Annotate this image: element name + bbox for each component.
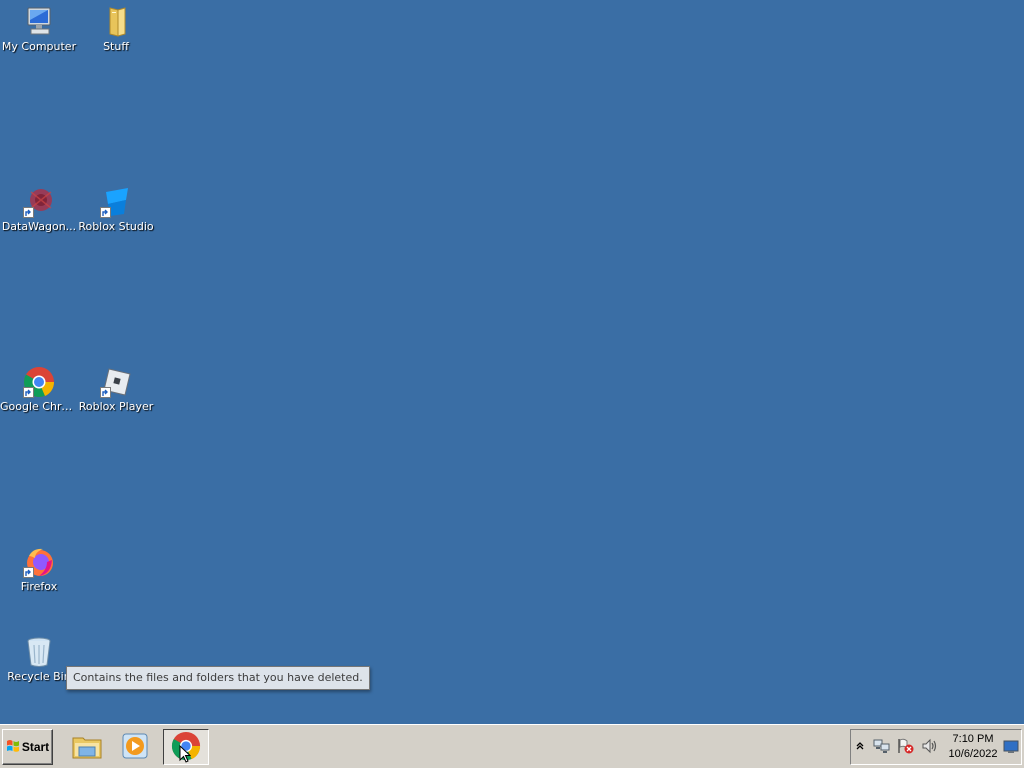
show-hidden-icons-chevron-icon[interactable] [855,738,865,757]
desktop-icon-label: DataWagon... [1,220,77,233]
taskbar-media-player-button[interactable] [112,729,158,765]
clock-date: 10/6/2022 [948,748,998,760]
computer-icon [23,6,55,38]
desktop-icon-datawagon[interactable]: DataWagon... [0,186,78,234]
shortcut-arrow-icon [23,207,34,218]
desktop-icon-label: Stuff [103,40,129,53]
clock-time: 7:10 PM [952,733,994,745]
datawagon-icon [23,186,55,218]
chrome-icon [23,366,55,398]
roblox-studio-icon [100,186,132,218]
desktop-icon-roblox-player[interactable]: Roblox Player [77,366,155,414]
show-desktop-icon[interactable] [1003,740,1019,757]
taskbar-file-explorer-button[interactable] [64,729,110,765]
desktop-icon-label: Roblox Studio [78,220,154,233]
desktop-icon-label: Roblox Player [78,400,154,413]
desktop-icon-google-chrome[interactable]: Google Chrome [0,366,78,414]
roblox-player-icon [100,366,132,398]
system-tray: 7:10 PM 10/6/2022 [850,729,1022,765]
mouse-cursor-icon [179,744,192,766]
recycle-bin-tooltip: Contains the files and folders that you … [66,666,370,690]
shortcut-arrow-icon [100,207,111,218]
desktop[interactable]: My Computer Stuff DataWagon... Roblox St… [0,0,1024,724]
start-label: Start [21,740,50,754]
clock[interactable]: 7:10 PM 10/6/2022 [945,732,1001,762]
taskbar-chrome-button[interactable] [163,729,209,765]
start-button[interactable]: Start [2,729,53,765]
folder-icon [100,6,132,38]
windows-logo-icon [6,739,20,756]
desktop-icon-label: Firefox [20,580,58,593]
desktop-icon-label: Google Chrome [0,400,78,413]
desktop-icon-stuff[interactable]: Stuff [77,6,155,54]
recycle-bin-icon [23,636,55,668]
desktop-icon-my-computer[interactable]: My Computer [0,6,78,54]
desktop-icon-roblox-studio[interactable]: Roblox Studio [77,186,155,234]
shortcut-arrow-icon [100,387,111,398]
media-player-icon [119,730,151,765]
shortcut-arrow-icon [23,567,34,578]
action-center-flag-icon[interactable] [897,738,915,757]
volume-icon[interactable] [921,738,939,757]
shortcut-arrow-icon [23,387,34,398]
firefox-icon [23,546,55,578]
taskbar: Start 7:10 PM 10/6/2022 [0,724,1024,768]
network-icon[interactable] [873,738,891,757]
desktop-icon-label: My Computer [1,40,77,53]
desktop-icon-firefox[interactable]: Firefox [0,546,78,594]
file-explorer-icon [71,730,103,765]
